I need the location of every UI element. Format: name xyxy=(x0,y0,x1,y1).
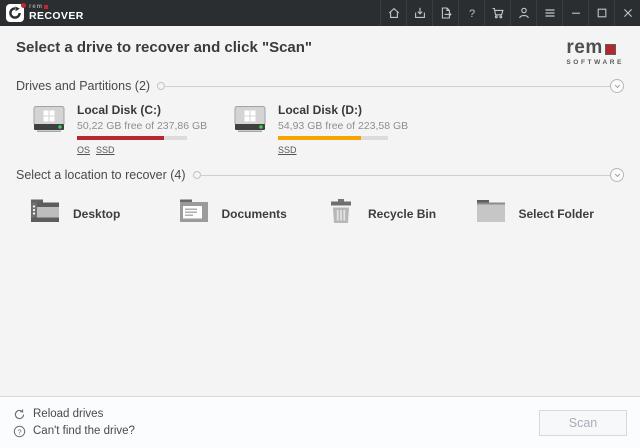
section-divider-line xyxy=(164,85,611,87)
logo-word: rem xyxy=(566,37,603,58)
open-file-icon[interactable] xyxy=(432,0,458,26)
brand-red-square xyxy=(44,5,49,10)
drive-name: Local Disk (C:) xyxy=(77,103,162,118)
hard-drive-icon xyxy=(30,104,68,155)
refresh-icon xyxy=(13,408,26,421)
location-item-desktop[interactable]: Desktop xyxy=(30,199,179,229)
cant-find-drive-link[interactable]: ? Can't find the drive? xyxy=(13,425,135,438)
drive-item-d[interactable]: Local Disk (D:) 54,93 GB free of 223,58 … xyxy=(231,103,432,155)
drive-name: Local Disk (D:) xyxy=(278,103,363,118)
help-icon[interactable]: ? xyxy=(458,0,484,26)
reload-drives-link[interactable]: Reload drives xyxy=(13,408,135,421)
remo-software-logo: rem SOFTWARE xyxy=(566,37,624,67)
locations-list: Desktop Documents Recycle Bin Select Fol… xyxy=(16,199,624,229)
close-icon[interactable] xyxy=(614,0,640,26)
drive-tag-ssd: SSD xyxy=(278,145,297,156)
drive-usage-fill xyxy=(278,136,361,141)
cant-find-drive-label: Can't find the drive? xyxy=(33,425,135,437)
menu-icon[interactable] xyxy=(536,0,562,26)
reload-drives-label: Reload drives xyxy=(33,408,104,420)
cart-icon[interactable] xyxy=(484,0,510,26)
maximize-icon[interactable] xyxy=(588,0,614,26)
save-session-icon[interactable] xyxy=(406,0,432,26)
location-label: Recycle Bin xyxy=(368,207,437,222)
main-content: Select a drive to recover and click "Sca… xyxy=(0,26,640,229)
drive-capacity: 50,22 GB free of 237,86 GB xyxy=(77,120,208,133)
account-icon[interactable] xyxy=(510,0,536,26)
drive-tags: SSD xyxy=(278,145,408,155)
logo-subtitle: SOFTWARE xyxy=(566,59,624,67)
drive-usage-bar xyxy=(77,136,187,141)
location-item-select-folder[interactable]: Select Folder xyxy=(476,199,625,229)
page-header: Select a drive to recover and click "Sca… xyxy=(16,26,624,66)
app-logo: rem RECOVER xyxy=(6,0,84,26)
page-title: Select a drive to recover and click "Sca… xyxy=(16,39,313,56)
location-label: Select Folder xyxy=(518,207,594,222)
logo-red-square xyxy=(604,44,616,56)
section-divider-line xyxy=(199,174,611,176)
drive-tag-ssd: SSD xyxy=(96,145,115,156)
minimize-icon[interactable] xyxy=(562,0,588,26)
drives-list: Local Disk (C:) 50,22 GB free of 237,86 … xyxy=(16,103,624,155)
logo-red-dot xyxy=(21,3,26,8)
documents-folder-icon xyxy=(179,199,209,229)
svg-text:?: ? xyxy=(468,8,474,20)
drive-item-c[interactable]: Local Disk (C:) 50,22 GB free of 237,86 … xyxy=(30,103,231,155)
collapse-chevron-icon[interactable] xyxy=(610,79,624,94)
remo-recover-window: rem RECOVER ? Select a drive to recover … xyxy=(0,0,640,448)
scan-button[interactable]: Scan xyxy=(539,409,627,436)
locations-section-header: Select a location to recover (4) xyxy=(16,168,624,183)
question-circle-icon: ? xyxy=(13,425,26,438)
location-label: Documents xyxy=(221,207,287,222)
drives-section-label: Drives and Partitions (2) xyxy=(16,79,151,94)
drive-usage-fill xyxy=(77,136,164,141)
titlebar: rem RECOVER ? xyxy=(0,0,640,26)
collapse-chevron-icon[interactable] xyxy=(610,168,624,183)
svg-text:?: ? xyxy=(17,427,21,436)
drive-tags: OS SSD xyxy=(77,145,207,155)
titlebar-actions: ? xyxy=(380,0,640,26)
locations-section-label: Select a location to recover (4) xyxy=(16,168,186,183)
remo-swirl-icon xyxy=(6,3,26,22)
drives-section-header: Drives and Partitions (2) xyxy=(16,79,624,94)
desktop-folder-icon xyxy=(30,199,60,229)
location-label: Desktop xyxy=(73,207,121,222)
select-folder-icon xyxy=(476,199,506,229)
brand-product: RECOVER xyxy=(29,10,84,23)
drive-capacity: 54,93 GB free of 223,58 GB xyxy=(278,120,409,133)
footer-bar: Reload drives ? Can't find the drive? Sc… xyxy=(0,396,640,448)
home-icon[interactable] xyxy=(380,0,406,26)
location-item-recycle-bin[interactable]: Recycle Bin xyxy=(327,199,476,229)
recycle-bin-icon xyxy=(327,199,355,229)
hard-drive-icon xyxy=(231,104,269,155)
drive-tag-os: OS xyxy=(77,145,91,156)
location-item-documents[interactable]: Documents xyxy=(179,199,328,229)
drive-usage-bar xyxy=(278,136,388,141)
